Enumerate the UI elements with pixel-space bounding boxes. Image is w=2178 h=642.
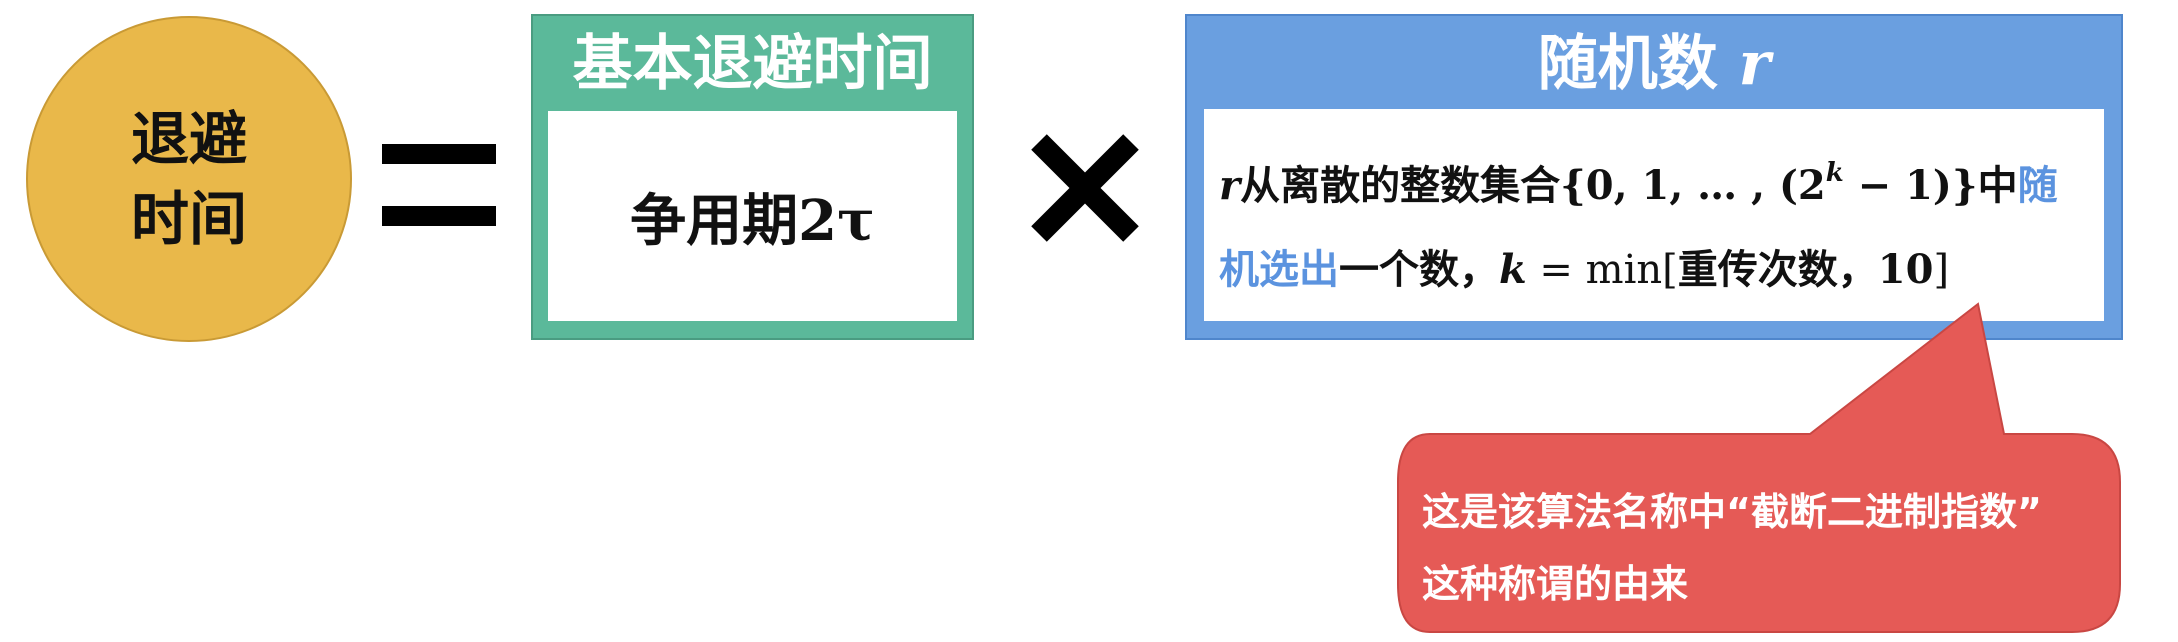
contention-period-text: 争用期2τ [630,176,875,257]
random-number-desc-line2: 机选出一个数，k = min[重传次数，10] [1219,237,1949,295]
base-backoff-title: 基本退避时间 [572,29,933,99]
random-number-box: 随机数 r r从离散的整数集合{0, 1, … , (2k − 1)}中随 机选… [1185,14,2123,340]
highlight-text-1: 随 [2017,163,2058,209]
highlight-text-2: 机选出 [1219,247,1339,293]
ten-value: 10 [1877,246,1934,293]
integer-set-open: {0, 1, … , (2 [1560,162,1826,209]
random-number-content: r从离散的整数集合{0, 1, … , (2k − 1)}中随 机选出一个数，k… [1204,109,2104,321]
callout-line1: 这是该算法名称中“截断二进制指数” [1422,490,2042,534]
equals-bar-bottom [382,206,496,226]
k-var: k [1499,246,1527,293]
desc-text-1: 从离散的整数集合 [1240,163,1561,209]
two-tau-math: 2τ [798,187,875,254]
equals-sign [382,144,496,226]
base-backoff-content: 争用期2τ [548,111,957,321]
base-backoff-box: 基本退避时间 争用期2τ [531,14,974,340]
min-close: ] [1933,247,1950,293]
r-var: r [1219,162,1241,209]
multiply-sign [1031,134,1139,242]
callout-line2: 这种称谓的由来 [1422,562,1689,606]
desc-text-2: 中 [1977,163,2018,209]
random-number-title: 随机数 r [1187,24,2121,104]
integer-set-close: − 1)} [1843,162,1978,209]
desc-text-3: 一个数， [1339,247,1499,293]
callout-text: 这是该算法名称中“截断二进制指数” 这种称谓的由来 [1422,476,2042,620]
backoff-time-line2: 时间 [130,185,247,253]
retransmission-count: 重传次数， [1677,247,1878,293]
backoff-time-label: 退避 时间 [124,99,254,259]
random-number-desc-line1: r从离散的整数集合{0, 1, … , (2k − 1)}中随 [1219,153,2058,211]
contention-period-label: 争用期 [630,188,799,254]
backoff-time-line1: 退避 [130,105,247,173]
random-number-title-text: 随机数 [1537,29,1718,99]
equals-bar-top [382,144,496,164]
integer-set-exponent: k [1825,158,1844,188]
backoff-time-circle: 退避 时间 [26,16,352,342]
k-equals: = [1526,247,1586,293]
random-number-title-var: r [1738,29,1771,99]
min-function: min[ [1585,247,1678,293]
